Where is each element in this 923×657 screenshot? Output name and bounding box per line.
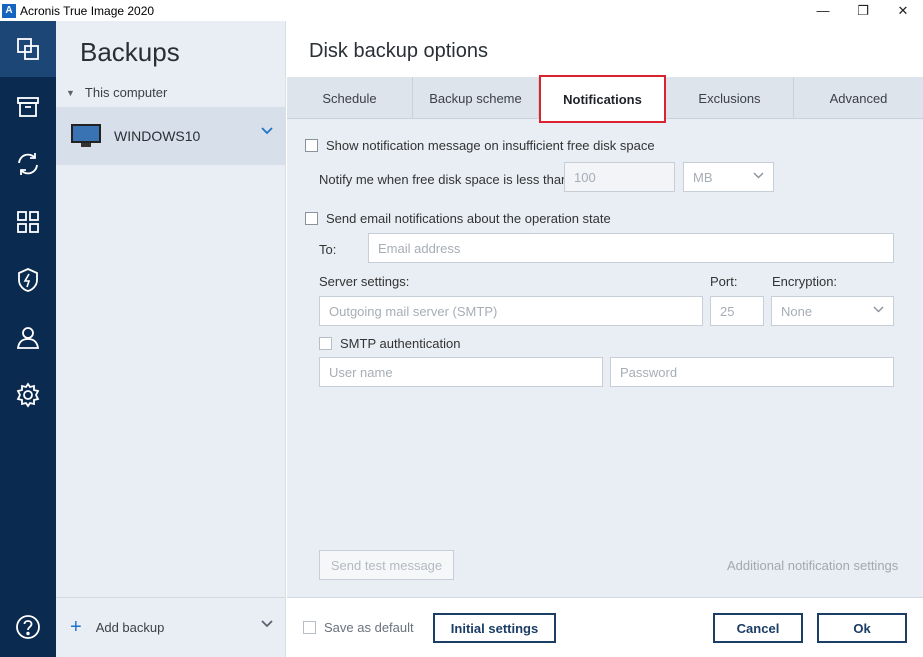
email-address-input[interactable]: Email address bbox=[368, 233, 894, 263]
backup-source-item[interactable]: WINDOWS10 bbox=[56, 107, 285, 165]
encryption-row: Encryption: bbox=[772, 274, 837, 289]
chevron-down-icon bbox=[753, 172, 764, 179]
send-test-message-button[interactable]: Send test message bbox=[319, 550, 454, 580]
insufficient-space-label: Show notification message on insufficien… bbox=[326, 138, 655, 153]
nav-backup[interactable] bbox=[0, 21, 56, 77]
encryption-select[interactable]: None bbox=[771, 296, 894, 326]
tab-backup-scheme[interactable]: Backup scheme bbox=[413, 77, 539, 119]
title-bar: A Acronis True Image 2020 — ❐ ✕ bbox=[0, 0, 923, 21]
plus-icon: + bbox=[70, 616, 82, 638]
encryption-label: Encryption: bbox=[772, 274, 838, 289]
threshold-unit-value: MB bbox=[693, 169, 713, 185]
backup-icon bbox=[17, 38, 39, 60]
save-default-option: Save as default bbox=[303, 620, 414, 635]
computer-group-header[interactable]: ▼ This computer bbox=[66, 85, 167, 100]
encryption-value: None bbox=[781, 303, 813, 319]
options-footer: Save as default Initial settings Cancel … bbox=[287, 597, 923, 657]
restore-button[interactable]: ❐ bbox=[843, 0, 883, 21]
tab-schedule[interactable]: Schedule bbox=[287, 77, 413, 119]
server-settings-row: Server settings: bbox=[319, 274, 409, 289]
password-input[interactable]: Password bbox=[610, 357, 894, 387]
help-icon bbox=[16, 615, 40, 639]
nav-settings[interactable] bbox=[0, 367, 56, 423]
computer-group-label: This computer bbox=[84, 85, 168, 100]
sync-icon bbox=[18, 153, 38, 175]
smtp-server-input[interactable]: Outgoing mail server (SMTP) bbox=[319, 296, 703, 326]
threshold-input[interactable]: 100 bbox=[564, 162, 675, 192]
tab-notifications[interactable]: Notifications bbox=[539, 75, 666, 123]
options-panel: Disk backup options Schedule Backup sche… bbox=[287, 21, 923, 657]
server-settings-label: Server settings: bbox=[319, 274, 410, 289]
smtp-auth-label: SMTP authentication bbox=[340, 336, 461, 351]
initial-settings-button[interactable]: Initial settings bbox=[433, 613, 556, 643]
nav-protection[interactable] bbox=[0, 252, 56, 308]
smtp-auth-option: SMTP authentication bbox=[319, 336, 460, 351]
cancel-button[interactable]: Cancel bbox=[713, 613, 803, 643]
email-notifications-label: Send email notifications about the opera… bbox=[326, 211, 611, 226]
chevron-down-icon[interactable] bbox=[261, 127, 273, 135]
ok-button[interactable]: Ok bbox=[817, 613, 907, 643]
tab-exclusions[interactable]: Exclusions bbox=[666, 77, 794, 119]
threshold-unit-select[interactable]: MB bbox=[683, 162, 774, 192]
nav-archive[interactable] bbox=[0, 79, 56, 135]
account-icon bbox=[16, 327, 40, 349]
page-title: Disk backup options bbox=[309, 40, 488, 62]
backups-panel: Backups ▼ This computer WINDOWS10 + Add … bbox=[56, 21, 286, 657]
nav-sync[interactable] bbox=[0, 136, 56, 192]
close-button[interactable]: ✕ bbox=[883, 0, 923, 21]
threshold-label: Notify me when free disk space is less t… bbox=[319, 172, 572, 187]
nav-help[interactable] bbox=[0, 599, 56, 655]
options-tabs: Schedule Backup scheme Notifications Exc… bbox=[287, 75, 923, 123]
save-as-default-label: Save as default bbox=[324, 620, 414, 635]
username-input[interactable]: User name bbox=[319, 357, 603, 387]
nav-dashboard[interactable] bbox=[0, 194, 56, 250]
settings-icon bbox=[16, 382, 40, 408]
dashboard-icon bbox=[17, 211, 39, 233]
monitor-icon bbox=[71, 124, 101, 148]
computer-name: WINDOWS10 bbox=[114, 128, 201, 144]
additional-notification-settings-link[interactable]: Additional notification settings bbox=[727, 558, 898, 573]
port-input[interactable]: 25 bbox=[710, 296, 764, 326]
port-row: Port: bbox=[710, 274, 737, 289]
add-backup-button[interactable]: + Add backup bbox=[56, 597, 285, 657]
chevron-down-icon[interactable] bbox=[261, 620, 273, 628]
add-backup-label: Add backup bbox=[95, 620, 165, 635]
app-logo-icon: A bbox=[2, 3, 16, 18]
nav-account[interactable] bbox=[0, 309, 56, 365]
backups-title: Backups bbox=[80, 37, 180, 67]
insufficient-space-option: Show notification message on insufficien… bbox=[305, 138, 655, 153]
tab-advanced[interactable]: Advanced bbox=[794, 77, 923, 119]
window-title: Acronis True Image 2020 bbox=[20, 3, 155, 18]
port-label: Port: bbox=[710, 274, 738, 289]
chevron-down-icon bbox=[873, 306, 884, 313]
protection-icon bbox=[18, 268, 38, 292]
save-as-default-checkbox[interactable] bbox=[303, 621, 316, 634]
to-label: To: bbox=[319, 242, 337, 257]
caret-down-icon: ▼ bbox=[66, 87, 75, 98]
options-header: Disk backup options bbox=[287, 21, 923, 77]
archive-icon bbox=[17, 97, 39, 117]
smtp-auth-checkbox[interactable] bbox=[319, 337, 332, 350]
email-notifications-checkbox[interactable] bbox=[305, 212, 318, 225]
minimize-button[interactable]: — bbox=[803, 0, 843, 21]
threshold-row: Notify me when free disk space is less t… bbox=[319, 172, 572, 187]
insufficient-space-checkbox[interactable] bbox=[305, 139, 318, 152]
email-option: Send email notifications about the opera… bbox=[305, 211, 611, 226]
window-controls: — ❐ ✕ bbox=[803, 0, 923, 21]
to-row: To: bbox=[319, 242, 336, 257]
icon-navigation bbox=[0, 21, 56, 657]
